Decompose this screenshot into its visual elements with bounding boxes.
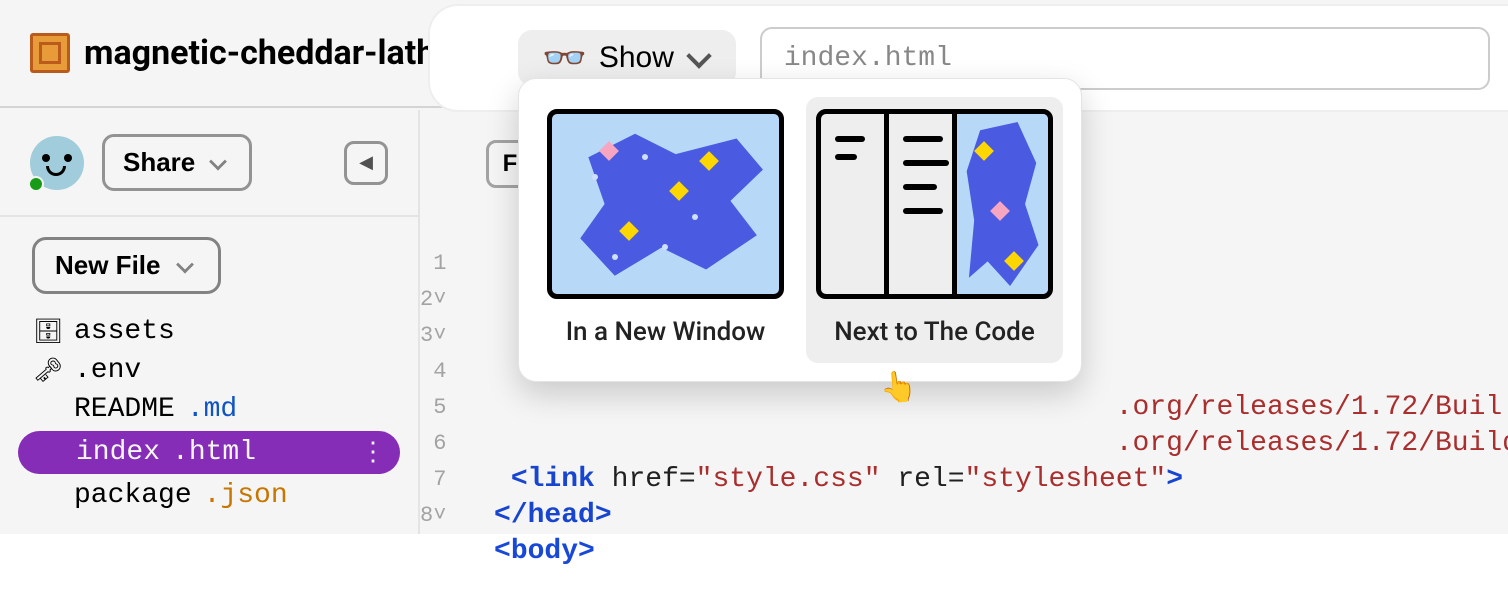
show-option-label: In a New Window [547, 317, 784, 347]
thumb-new-window-icon [547, 109, 784, 299]
sidebar: Share New File 🗄 assets 🗝 .env README .md… [0, 110, 420, 534]
chevron-down-icon [176, 256, 194, 274]
show-button-label: Show [599, 41, 674, 75]
show-option-new-window[interactable]: In a New Window [537, 97, 794, 363]
new-file-label: New File [55, 250, 160, 281]
tree-item-label: assets [74, 316, 175, 347]
thumb-split-icon [816, 109, 1053, 299]
show-dropdown-popup: In a New Window Next to The Code [518, 78, 1082, 382]
app-logo-icon [30, 33, 70, 73]
share-button-label: Share [123, 147, 195, 178]
avatar[interactable] [30, 136, 84, 190]
glasses-icon: 👓 [542, 40, 587, 76]
folder-icon: 🗄 [34, 317, 62, 347]
tree-item-label: README [74, 394, 175, 425]
tree-item-label: package [74, 480, 192, 511]
file-ext: .html [172, 437, 256, 468]
user-row: Share [0, 110, 418, 217]
file-ext: .json [204, 480, 288, 511]
tree-item-label: index [76, 437, 160, 468]
share-button[interactable]: Share [102, 134, 252, 191]
key-icon: 🗝 [34, 356, 62, 386]
cursor-pointer-icon: 👆 [879, 368, 919, 406]
show-option-label: Next to The Code [816, 317, 1053, 347]
tree-item-index-active[interactable]: index .html ⋮ [18, 431, 400, 474]
collapse-sidebar-button[interactable] [344, 141, 388, 185]
more-icon[interactable]: ⋮ [360, 437, 384, 468]
file-ext: .md [187, 394, 237, 425]
chevron-down-icon [209, 153, 227, 171]
show-option-next-to-code[interactable]: Next to The Code [806, 97, 1063, 363]
tree-item-readme[interactable]: README .md [0, 390, 418, 429]
chevron-down-icon [686, 45, 712, 71]
presence-indicator-icon [28, 176, 44, 192]
tree-item-assets[interactable]: 🗄 assets [0, 312, 418, 351]
tree-item-label: .env [74, 355, 141, 386]
new-file-button[interactable]: New File [32, 237, 221, 294]
project-name[interactable]: magnetic-cheddar-lathe [84, 33, 454, 73]
tree-item-package[interactable]: package .json [0, 476, 418, 515]
tree-item-env[interactable]: 🗝 .env [0, 351, 418, 390]
line-gutter: 1 2˅ 3˅ 4 5 6 7 8˅ [420, 110, 460, 534]
file-tree: 🗄 assets 🗝 .env README .md index .html ⋮ p… [0, 306, 418, 515]
